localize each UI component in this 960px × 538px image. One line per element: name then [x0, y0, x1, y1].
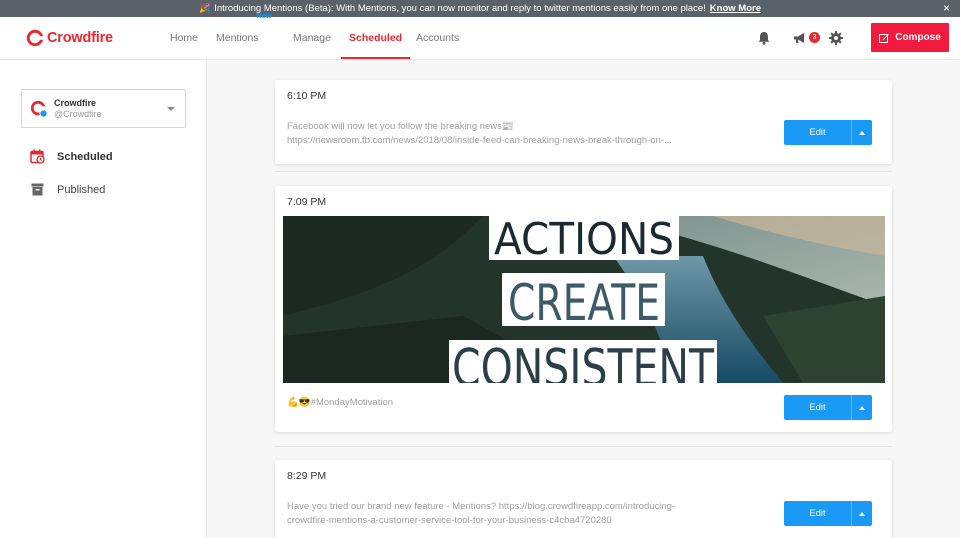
post-image: ACTIONS CREATE CONSISTENT	[283, 216, 885, 383]
announcement-text: Introducing Mentions (Beta): With Mentio…	[214, 3, 706, 14]
image-word-create: CREATE	[508, 274, 660, 332]
caret-up-icon	[859, 511, 865, 516]
close-icon[interactable]: ×	[943, 1, 950, 15]
chevron-down-icon	[167, 107, 175, 111]
announcement-bar: 🎉 Introducing Mentions (Beta): With Ment…	[0, 0, 960, 17]
edit-dropdown-button[interactable]	[851, 395, 872, 420]
new-badge: New	[256, 11, 272, 20]
know-more-link[interactable]: Know More	[710, 3, 761, 14]
post-text-line: crowdfire-mentions-a-customer-service-to…	[287, 515, 612, 526]
compose-label: Compose	[895, 32, 941, 43]
gear-icon[interactable]	[828, 30, 844, 46]
edit-button-group: Edit	[784, 501, 872, 526]
post-text-line: https://newsroom.fb.com/news/2018/08/ins…	[287, 135, 672, 146]
post-time: 8:29 PM	[287, 470, 327, 482]
scheduled-post-card: 6:10 PM Facebook will now let you follow…	[275, 80, 892, 164]
edit-button[interactable]: Edit	[784, 120, 851, 145]
sidebar: Crowdfire @Crowdfire Scheduled Published	[0, 61, 207, 538]
caret-up-icon	[859, 405, 865, 410]
nav-mentions-label: Mentions	[216, 32, 259, 44]
post-text: Have you tried our brand new feature - M…	[287, 500, 757, 528]
account-avatar-icon	[30, 100, 48, 118]
post-time: 6:10 PM	[287, 90, 327, 102]
top-navbar: Crowdfire Home Mentions New Manage Sched…	[0, 11, 960, 60]
sidebar-item-published[interactable]: Published	[30, 182, 105, 197]
party-icon: 🎉	[198, 3, 211, 13]
scheduled-post-card: 7:09 PM ACTIONS CREATE CONSISTENT 💪😎#Mon…	[275, 186, 892, 432]
calendar-clock-icon	[30, 149, 45, 164]
edit-button-group: Edit	[784, 395, 872, 420]
scheduled-post-card: 8:29 PM Have you tried our brand new fea…	[275, 460, 892, 538]
sidebar-item-scheduled[interactable]: Scheduled	[30, 149, 113, 164]
nav-accounts[interactable]: Accounts	[416, 17, 459, 59]
megaphone-icon[interactable]	[792, 30, 808, 46]
edit-button[interactable]: Edit	[784, 395, 851, 420]
divider	[275, 446, 892, 447]
sidebar-item-label: Scheduled	[57, 150, 113, 163]
nav-mentions[interactable]: Mentions New	[216, 11, 272, 59]
post-text-line: Facebook will now let you follow the bre…	[287, 121, 514, 132]
edit-dropdown-button[interactable]	[851, 120, 872, 145]
edit-pencil-icon	[879, 33, 890, 43]
logo[interactable]: Crowdfire	[26, 29, 113, 47]
nav-home[interactable]: Home	[170, 17, 198, 59]
crowdfire-logo-icon	[26, 29, 44, 47]
edit-button[interactable]: Edit	[784, 501, 851, 526]
logo-text: Crowdfire	[47, 30, 113, 46]
account-name: Crowdfire	[54, 98, 97, 108]
notification-count-badge: 3	[809, 32, 820, 43]
nav-manage[interactable]: Manage	[293, 17, 331, 59]
account-handle: @Crowdfire	[54, 109, 102, 119]
post-text: 💪😎#MondayMotivation	[287, 397, 394, 408]
scheduled-feed: 6:10 PM Facebook will now let you follow…	[207, 61, 960, 538]
caret-up-icon	[859, 130, 865, 135]
edit-dropdown-button[interactable]	[851, 501, 872, 526]
image-word-actions: ACTIONS	[494, 216, 674, 265]
nav-scheduled[interactable]: Scheduled	[340, 17, 411, 59]
post-text: Facebook will now let you follow the bre…	[287, 120, 757, 148]
edit-button-group: Edit	[784, 120, 872, 145]
compose-button[interactable]: Compose	[871, 23, 949, 52]
post-time: 7:09 PM	[287, 196, 327, 208]
image-word-consistent: CONSISTENT	[452, 339, 714, 383]
divider	[275, 171, 892, 172]
archive-box-icon	[31, 183, 44, 196]
bell-icon[interactable]	[756, 30, 772, 46]
post-text-line: Have you tried our brand new feature - M…	[287, 501, 676, 512]
account-selector[interactable]: Crowdfire @Crowdfire	[21, 89, 186, 128]
sidebar-item-label: Published	[57, 183, 106, 196]
